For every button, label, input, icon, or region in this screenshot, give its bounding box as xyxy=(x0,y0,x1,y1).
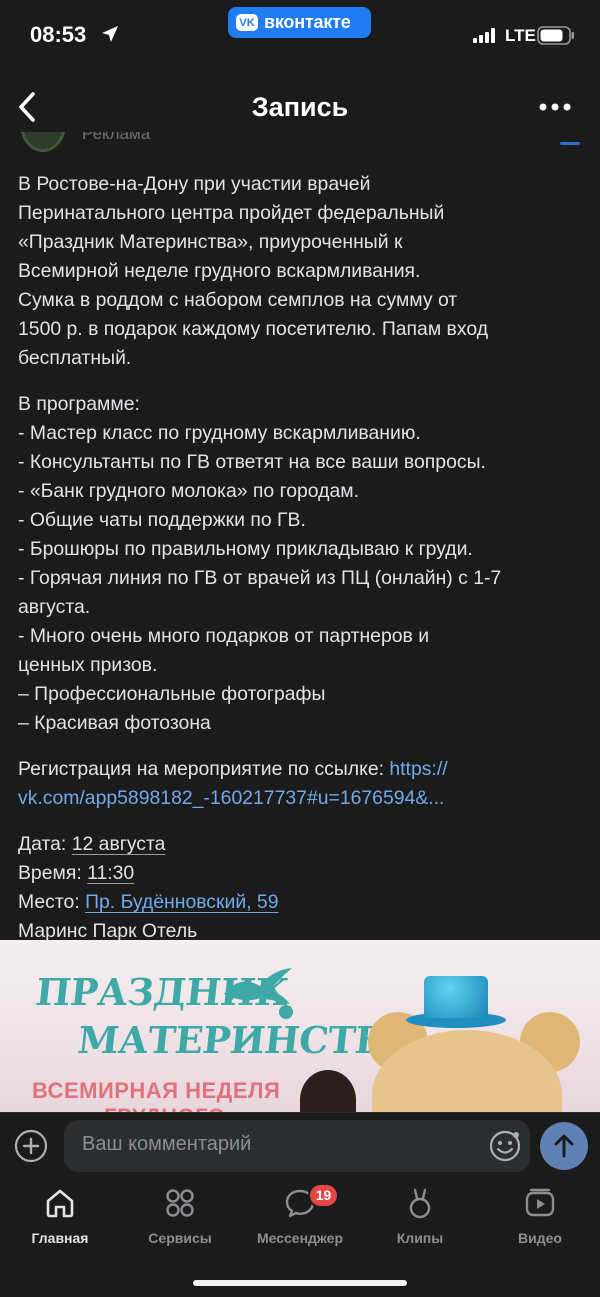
place-line: Место: Пр. Будённовский, 59 xyxy=(18,888,584,917)
page-title: Запись xyxy=(251,92,349,122)
tab-messenger-label: Мессенджер xyxy=(256,1230,344,1246)
post-text-line: «Праздник Материнства», приуроченный к xyxy=(18,231,403,253)
cellular-signal-icon xyxy=(473,28,495,43)
clips-icon xyxy=(409,1188,431,1219)
send-arrow-icon xyxy=(554,1134,574,1158)
post-program: В программе: - Мастер класс по грудному … xyxy=(18,390,584,738)
program-line: - Мастер класс по грудному вскармливанию… xyxy=(18,422,421,444)
program-line: - Брошюры по правильному прикладываю к г… xyxy=(18,538,473,560)
time-line: Время: 11:30 xyxy=(18,859,584,888)
send-button[interactable] xyxy=(540,1122,588,1170)
program-line: - «Банк грудного молока» по городам. xyxy=(18,480,359,502)
registration-link[interactable]: https:// xyxy=(389,758,447,780)
program-line: В программе: xyxy=(18,393,140,415)
tab-video[interactable]: Видео xyxy=(480,1178,600,1258)
nav-header: Запись xyxy=(0,72,600,140)
battery-icon xyxy=(537,26,574,45)
post-text-line: бесплатный. xyxy=(18,347,132,369)
place-label: Место: xyxy=(18,891,86,913)
post-body: В Ростове-на-Дону при участии врачей Пер… xyxy=(18,170,584,963)
status-time: 08:53 xyxy=(30,22,87,47)
home-icon xyxy=(46,1189,74,1218)
comment-placeholder: Ваш комментарий xyxy=(82,1133,252,1155)
messenger-badge: 19 xyxy=(308,1183,339,1208)
post-registration: Регистрация на мероприятие по ссылке: ht… xyxy=(18,755,584,813)
registration-link-continued[interactable]: vk.com/app5898182_-160217737#u=1676594&.… xyxy=(18,784,584,813)
tab-services[interactable]: Сервисы xyxy=(120,1178,240,1258)
registration-line: Регистрация на мероприятие по ссылке: ht… xyxy=(18,755,584,784)
party-hat xyxy=(424,976,488,1018)
banner-title-line2: МАТЕРИНСТВА xyxy=(75,1018,418,1062)
time-value[interactable]: 11:30 xyxy=(87,862,134,884)
post-text-line: Перинатального центра пройдет федеральны… xyxy=(18,202,445,224)
more-options-icon[interactable] xyxy=(537,100,573,114)
emoji-icon[interactable] xyxy=(488,1129,522,1163)
tab-services-label: Сервисы xyxy=(148,1230,212,1246)
date-value[interactable]: 12 августа xyxy=(72,833,166,855)
add-attachment-icon[interactable] xyxy=(14,1129,48,1163)
banner-subtitle-line1: ВСЕМИРНАЯ НЕДЕЛЯ xyxy=(32,1078,281,1103)
tab-clips[interactable]: Клипы xyxy=(360,1178,480,1258)
tab-home-label: Главная xyxy=(31,1230,89,1246)
return-to-app-pill[interactable]: VK вконтакте xyxy=(228,7,371,38)
subscribe-indicator[interactable] xyxy=(560,142,580,145)
post-text-line: Сумка в роддом с набором семплов на сумм… xyxy=(18,289,458,311)
program-line: - Консультанты по ГВ ответят на все ваши… xyxy=(18,451,486,473)
program-line: ценных призов. xyxy=(18,654,158,676)
tab-messenger[interactable]: 19 Мессенджер xyxy=(240,1178,360,1258)
post-text-line: Всемирной неделе грудного вскармливания. xyxy=(18,260,421,282)
stork-icon xyxy=(224,968,293,1019)
status-bar: 08:53 VK вконтакте LTE xyxy=(0,0,600,72)
program-line: – Красивая фотозона xyxy=(18,712,211,734)
network-type: LTE xyxy=(505,26,536,45)
author-avatar[interactable] xyxy=(20,132,66,152)
post-text-line: В Ростове-на-Дону при участии врачей xyxy=(18,173,371,195)
time-label: Время: xyxy=(18,862,88,884)
post-author[interactable]: Реклама xyxy=(0,132,600,154)
return-to-app-label: вконтакте xyxy=(264,12,351,32)
tab-video-label: Видео xyxy=(518,1230,562,1246)
vk-logo-icon: VK xyxy=(236,14,258,31)
post-intro: В Ростове-на-Дону при участии врачей Пер… xyxy=(18,170,584,373)
tab-clips-label: Клипы xyxy=(396,1230,444,1246)
video-icon xyxy=(525,1188,555,1217)
services-icon xyxy=(166,1189,194,1217)
post-text-line: 1500 р. в подарок каждому посетителю. Па… xyxy=(18,318,489,340)
registration-text: Регистрация на мероприятие по ссылке: xyxy=(18,758,390,780)
program-line: - Общие чаты поддержки по ГВ. xyxy=(18,509,306,531)
banner-subtitle-line2: ГРУДНОГО xyxy=(104,1104,225,1112)
program-line: августа. xyxy=(18,596,91,618)
date-label: Дата: xyxy=(18,833,72,855)
program-line: - Много очень много подарков от партнеро… xyxy=(18,625,430,647)
tab-home[interactable]: Главная xyxy=(0,1178,120,1258)
place-link[interactable]: Пр. Будённовский, 59 xyxy=(85,891,278,913)
comment-bar: Ваш комментарий xyxy=(0,1112,600,1178)
home-indicator xyxy=(193,1280,407,1286)
program-line: – Профессиональные фотографы xyxy=(18,683,326,705)
post-event-details: Дата: 12 августа Время: 11:30 Место: Пр.… xyxy=(18,830,584,946)
author-subtitle: Реклама xyxy=(82,132,151,143)
location-arrow-icon xyxy=(102,26,118,42)
date-line: Дата: 12 августа xyxy=(18,830,584,859)
program-line: - Горячая линия по ГВ от врачей из ПЦ (о… xyxy=(18,567,502,589)
